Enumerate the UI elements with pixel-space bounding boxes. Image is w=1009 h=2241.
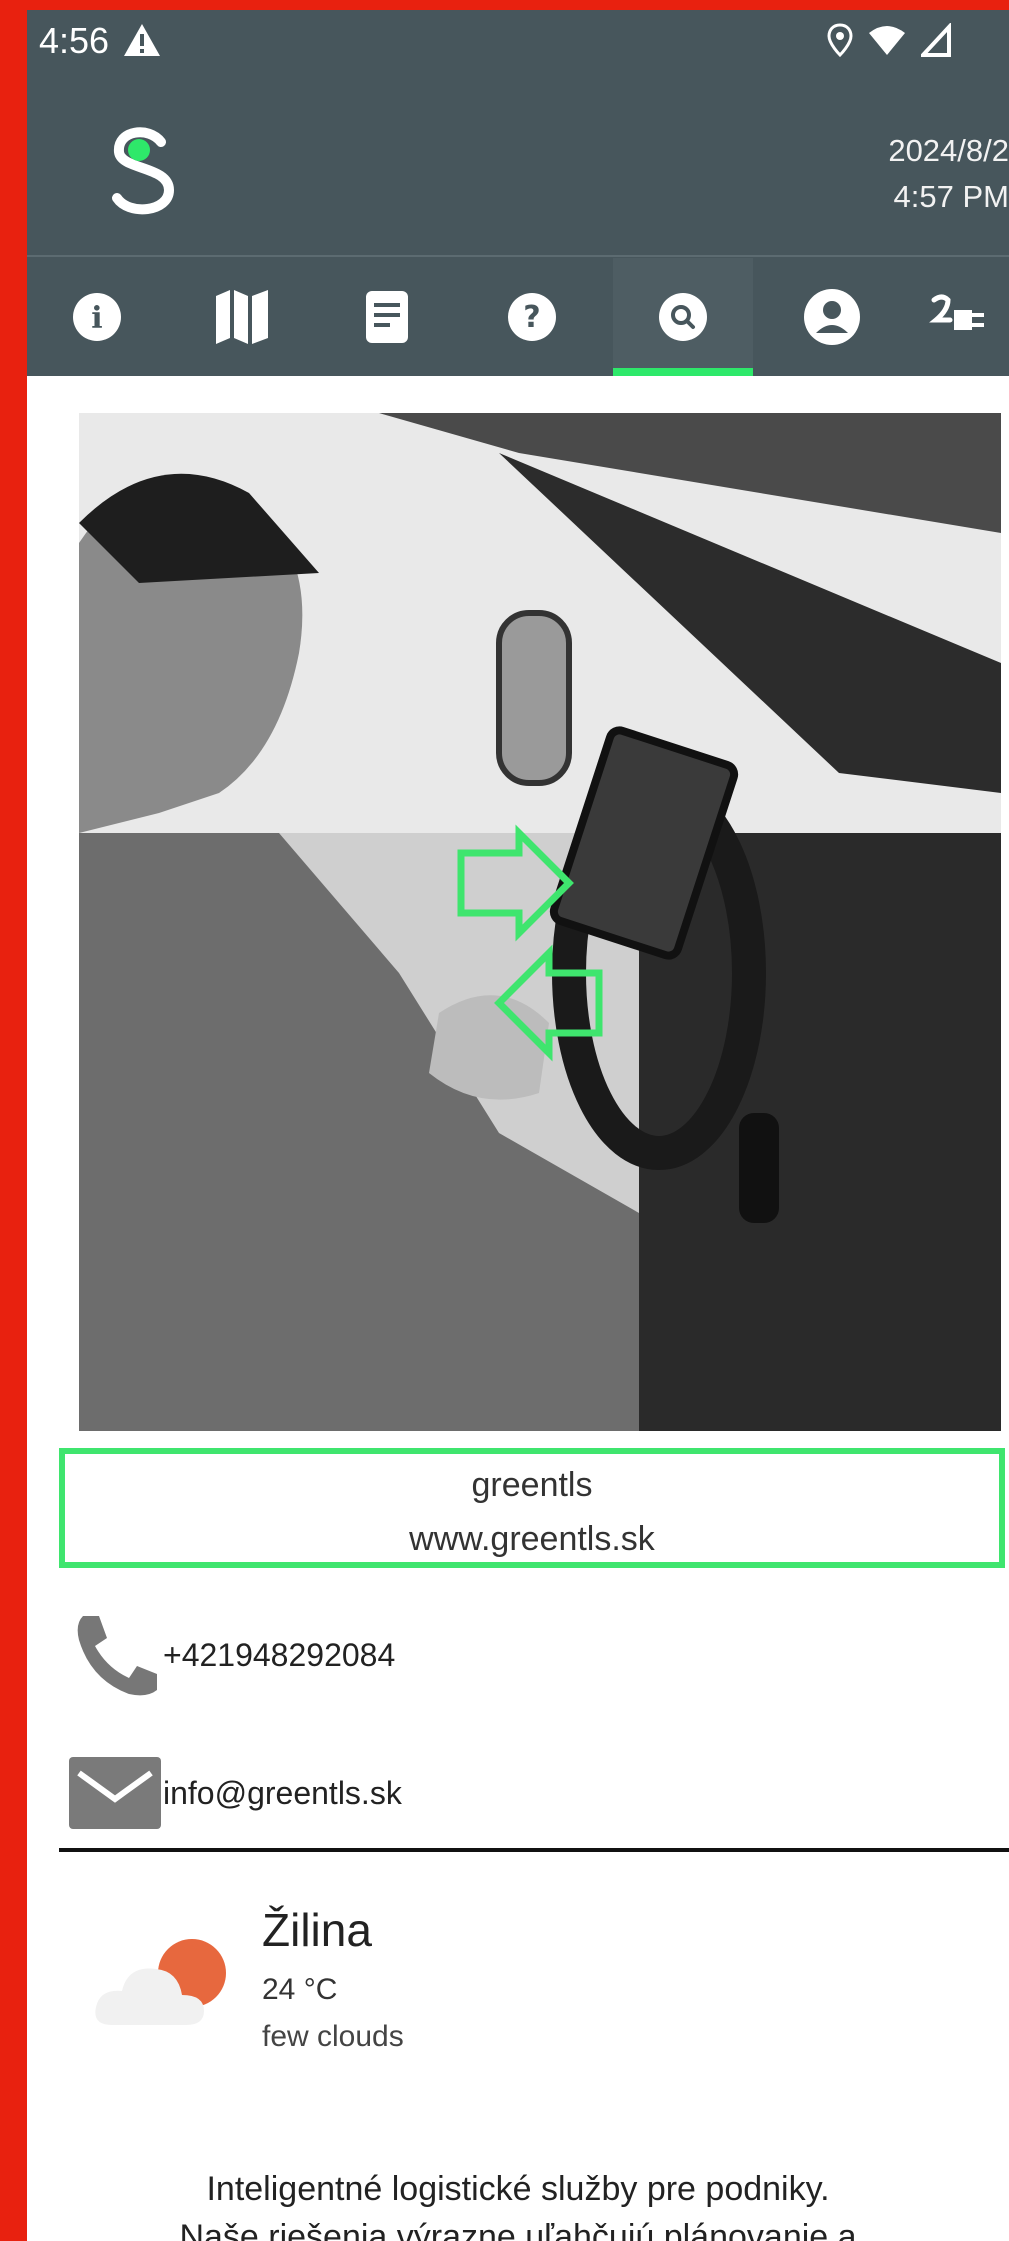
weather-temperature: 24 °C [262,1973,338,2006]
header-date: 2024/8/2 [888,133,1009,168]
help-icon: ? [508,293,556,341]
section-divider [59,1848,1009,1852]
tab-help[interactable]: ? [462,258,602,376]
status-icons [827,20,951,60]
app-logo-icon[interactable] [99,120,189,220]
signal-icon [921,23,951,57]
email-icon [69,1757,161,1829]
top-bar: 4:56 2024/8/2 4:57 PM i ? [27,10,1009,376]
map-icon [216,290,268,344]
weather-city: Žilina [262,1904,372,1956]
location-icon [827,23,853,57]
company-website-link[interactable]: www.greentls.sk [65,1512,999,1566]
status-time: 4:56 [39,20,110,61]
app-screen: 4:56 2024/8/2 4:57 PM i ? greentls www.g… [27,10,1009,2241]
few-clouds-icon [95,1939,226,2025]
company-name: greentls [471,1466,593,1504]
phone-icon [77,1616,157,1696]
tab-account[interactable] [762,258,902,376]
weather-description: few clouds [262,2020,404,2053]
document-icon [366,291,408,343]
tagline: Inteligentné logistické služby pre podni… [27,2165,1009,2241]
status-bar: 4:56 [27,10,1009,70]
company-info-box: greentls www.greentls.sk [59,1448,1005,1568]
search-icon [659,293,707,341]
tab-plug[interactable] [907,258,1009,376]
account-icon [804,289,860,345]
tab-bar: i ? [27,258,1009,376]
phone-contact[interactable]: +421948292084 [67,1610,395,1700]
driver-photo [79,413,1001,1431]
header-time: 4:57 PM [893,179,1009,214]
email-contact[interactable]: info@greentls.sk [67,1755,402,1831]
tab-document[interactable] [317,258,457,376]
info-icon: i [73,293,121,341]
tab-search[interactable] [613,258,753,376]
plug-icon [929,294,984,330]
alert-icon [124,24,160,56]
wifi-icon [869,26,905,55]
svg-text:i: i [91,301,102,336]
tab-map[interactable] [172,258,312,376]
phone-number: +421948292084 [163,1636,396,1673]
header-divider [27,255,1009,257]
tagline-line-2: Naše riešenia výrazne uľahčujú plánovani… [179,2218,857,2241]
email-address: info@greentls.sk [163,1774,402,1811]
svg-text:?: ? [523,300,540,335]
tab-info[interactable]: i [27,258,167,376]
header-datetime: 2024/8/2 4:57 PM [709,128,1009,220]
tagline-line-1: Inteligentné logistické služby pre podni… [206,2170,830,2208]
